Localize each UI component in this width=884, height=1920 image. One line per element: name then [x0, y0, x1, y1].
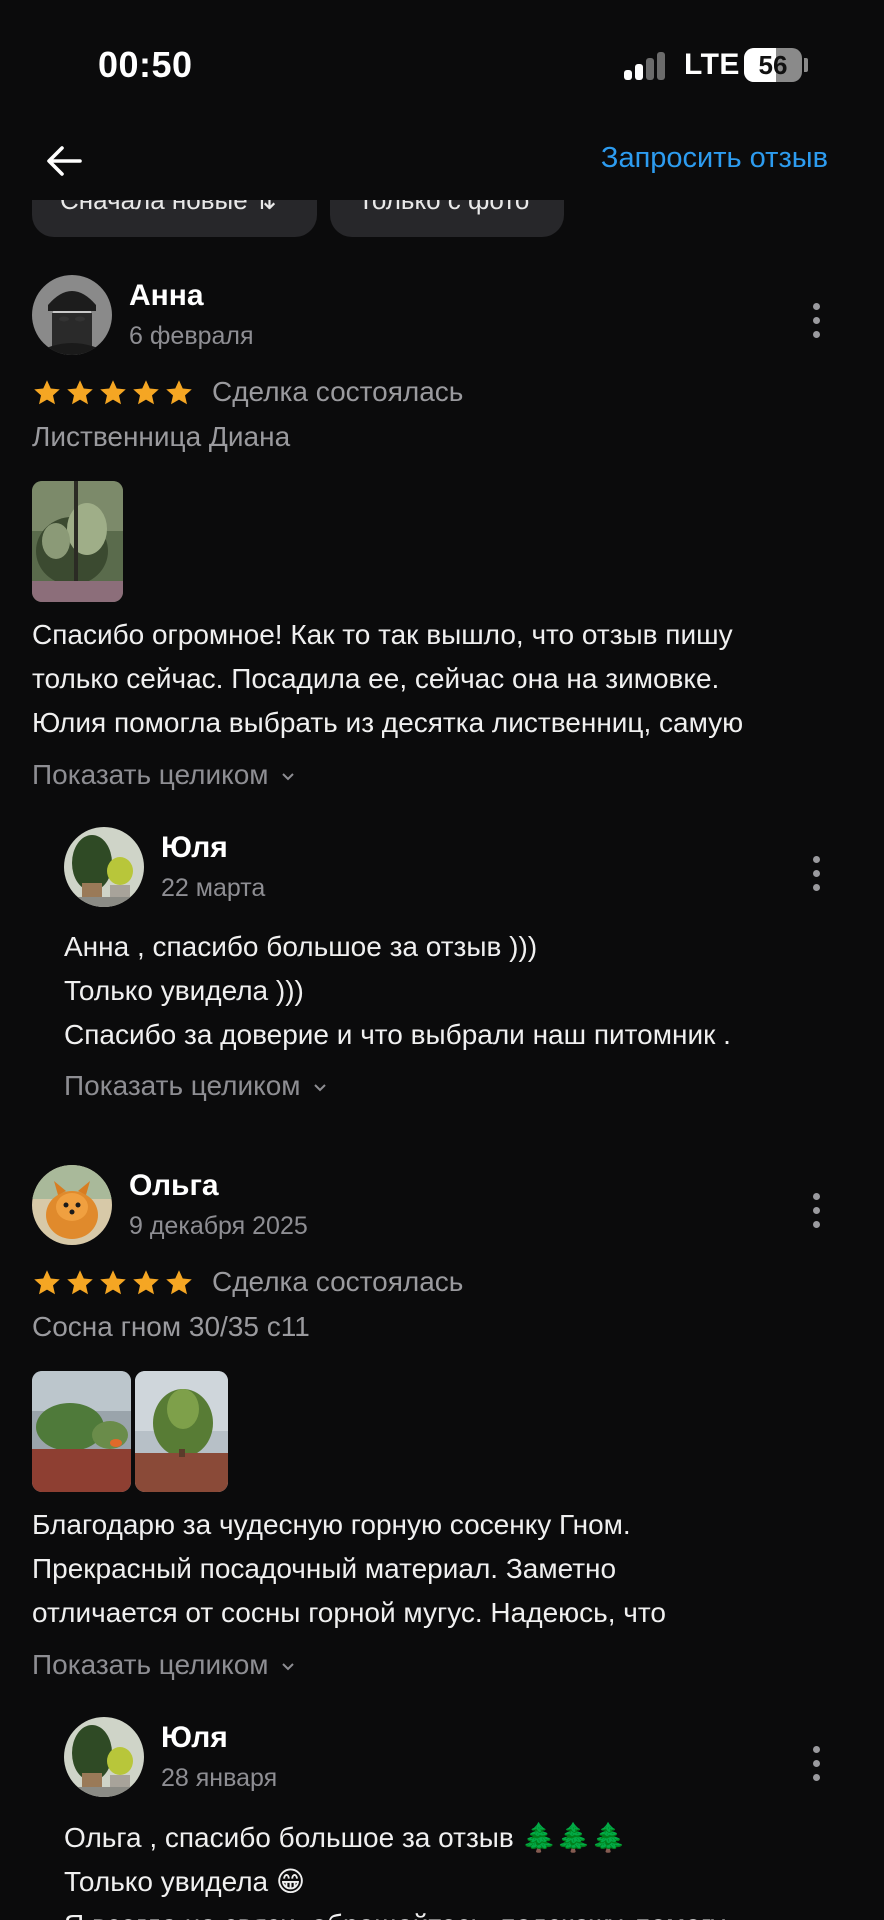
review-date: 6 февраля: [129, 322, 254, 350]
more-options-icon[interactable]: [804, 854, 828, 894]
review-text: Благодарю за чудесную горную сосенку Гно…: [32, 1509, 631, 1540]
deal-status: Сделка состоялась: [212, 1266, 464, 1297]
back-button[interactable]: [40, 136, 90, 186]
show-more-button[interactable]: Показать целиком: [32, 1649, 295, 1681]
review-text: Спасибо огромное! Как то так вышло, что …: [32, 619, 733, 650]
battery-cap: [804, 58, 808, 72]
star-icon: [133, 380, 159, 405]
star-icon: [34, 1270, 60, 1295]
status-time: 00:50: [98, 44, 193, 85]
status-bar: 00:50 LTE 56: [0, 0, 884, 120]
show-more-button[interactable]: Показать целиком: [32, 759, 295, 791]
show-more-button[interactable]: Показать целиком: [64, 1070, 327, 1102]
review-text: Юлия помогла выбрать из десятка лиственн…: [32, 707, 744, 738]
battery-level: 56: [758, 50, 788, 80]
rating-stars: [32, 378, 202, 412]
top-bar: Запросить отзыв: [0, 120, 884, 200]
reply-text: Анна , спасибо большое за отзыв ))): [64, 931, 538, 962]
chevron-down-icon: [281, 1662, 294, 1671]
chevron-down-icon: [281, 772, 294, 781]
star-icon: [67, 380, 93, 405]
reply-date: 28 января: [161, 1764, 278, 1792]
more-options-icon[interactable]: [804, 301, 828, 341]
reply-text: Я всегда на связи, обращайтесь, подскажу…: [64, 1909, 725, 1920]
review-card: Анна 6 февраля Сделка состоялась Листвен…: [32, 275, 852, 1115]
more-options-icon[interactable]: [804, 1744, 828, 1784]
reply-text: Спасибо за доверие и что выбрали наш пит…: [64, 1019, 731, 1050]
star-icon: [166, 380, 192, 405]
more-options-icon[interactable]: [804, 1191, 828, 1231]
review-text: Прекрасный посадочный материал. Заметно: [32, 1553, 617, 1584]
review-author: Ольга: [129, 1169, 219, 1202]
network-type: LTE: [684, 48, 740, 81]
review-text: отличается от сосны горной мугус. Надеюс…: [32, 1597, 666, 1628]
avatar[interactable]: [32, 275, 112, 355]
show-more-label: Показать целиком: [32, 1649, 269, 1680]
rating-stars: [32, 1268, 202, 1302]
review-photo[interactable]: [135, 1371, 228, 1492]
star-icon: [133, 1270, 159, 1295]
star-icon: [166, 1270, 192, 1295]
reply-text: Только увидела 😁: [64, 1866, 306, 1897]
reply-author: Юля: [161, 831, 228, 864]
reply-author: Юля: [161, 1721, 228, 1754]
star-icon: [34, 380, 60, 405]
avatar[interactable]: [32, 1165, 112, 1245]
reply-text: Ольга , спасибо большое за отзыв 🌲🌲🌲: [64, 1822, 627, 1853]
review-text: только сейчас. Посадила ее, сейчас она н…: [32, 663, 720, 694]
reviews-screen: 00:50 LTE 56 Сначала новые ⇅ Только с фо…: [0, 0, 884, 1920]
star-icon: [100, 380, 126, 405]
show-more-label: Показать целиком: [64, 1070, 301, 1101]
star-icon: [67, 1270, 93, 1295]
battery-icon: 56: [744, 48, 802, 82]
show-more-label: Показать целиком: [32, 759, 269, 790]
arrow-left-icon: [47, 146, 82, 176]
review-date: 9 декабря 2025: [129, 1212, 308, 1240]
reply-avatar[interactable]: [64, 1717, 144, 1797]
star-icon: [100, 1270, 126, 1295]
review-author: Анна: [129, 279, 204, 312]
deal-status: Сделка состоялась: [212, 376, 464, 407]
product-name[interactable]: Лиственница Диана: [32, 421, 290, 453]
signal-icon: [624, 50, 668, 80]
chevron-down-icon: [313, 1083, 326, 1092]
reply-text: Только увидела ))): [64, 975, 304, 1006]
request-review-link[interactable]: Запросить отзыв: [601, 142, 828, 175]
product-name[interactable]: Сосна гном 30/35 с11: [32, 1311, 310, 1343]
review-photo[interactable]: [32, 481, 123, 602]
reply-avatar[interactable]: [64, 827, 144, 907]
review-photo[interactable]: [32, 1371, 131, 1492]
review-card: Ольга 9 декабря 2025 Сделка состоялась С…: [32, 1165, 852, 1920]
reply-date: 22 марта: [161, 874, 266, 902]
